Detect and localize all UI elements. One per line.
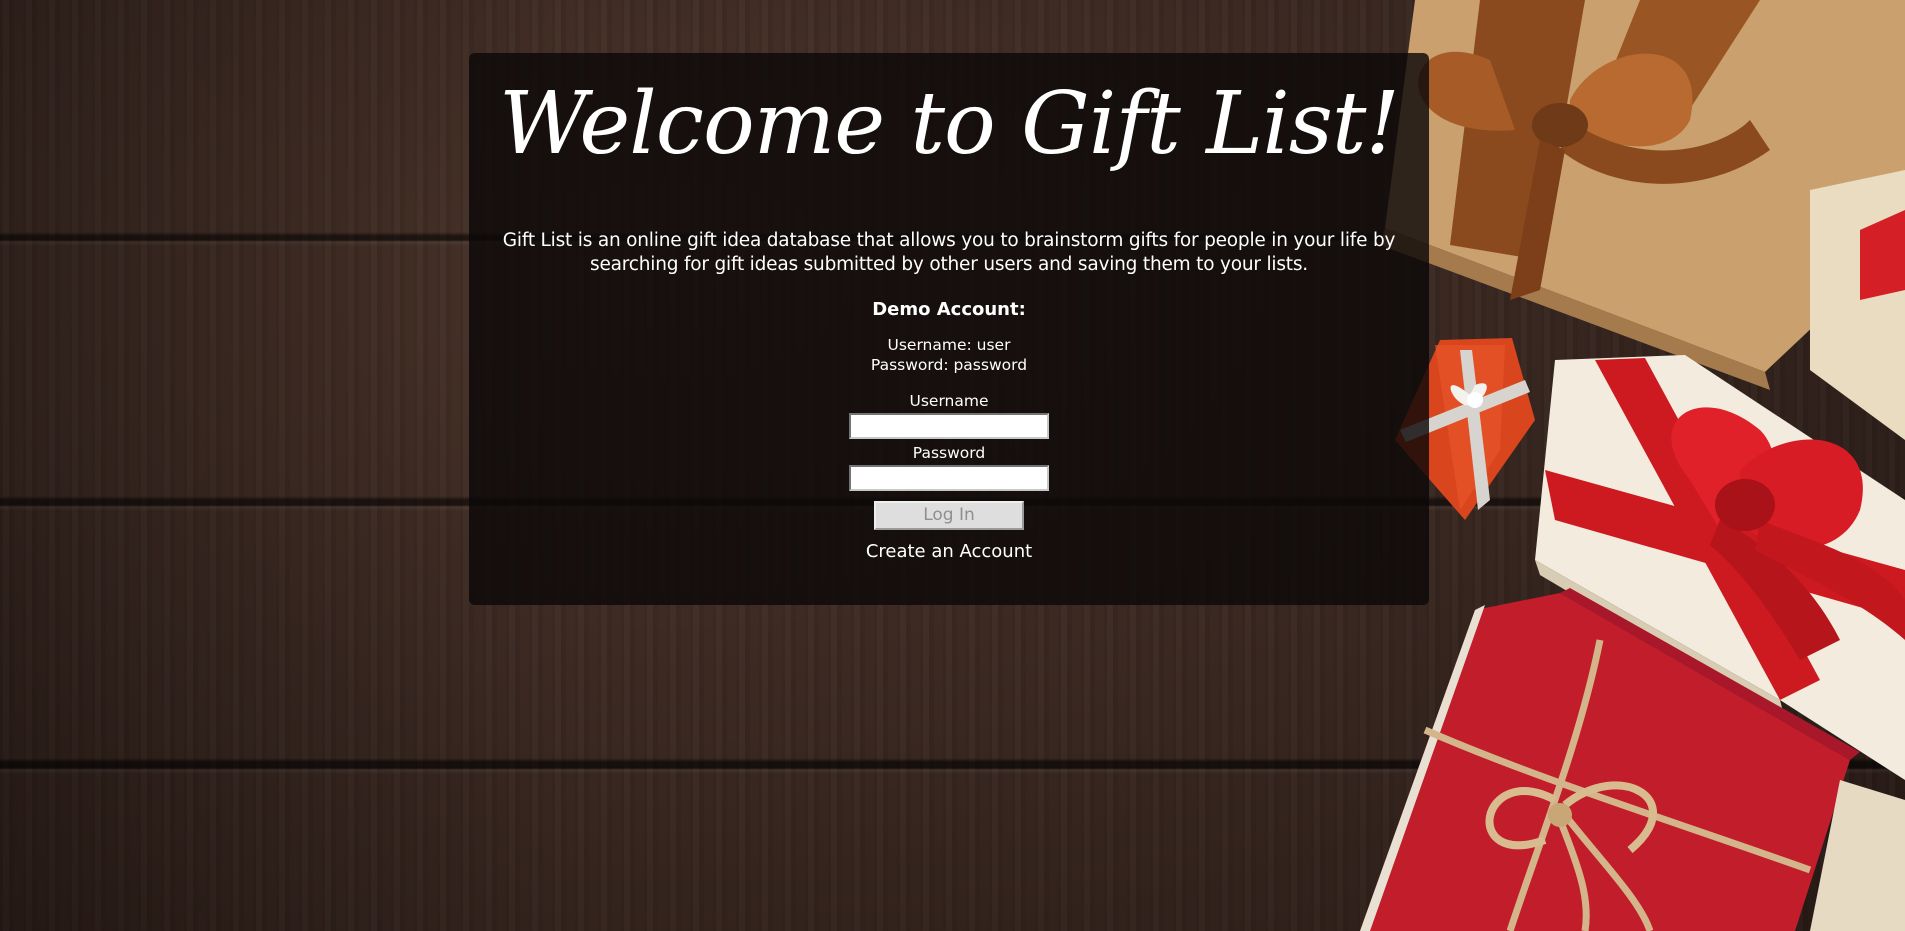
cream-gift-box-right	[1810, 170, 1905, 440]
login-button[interactable]: Log In	[874, 501, 1024, 530]
demo-credentials: Username: user Password: password	[469, 335, 1429, 375]
demo-account-heading: Demo Account:	[872, 299, 1026, 320]
login-page: { "page": { "title": "Welcome to Gift Li…	[0, 0, 1905, 931]
username-label: Username	[909, 392, 989, 410]
password-input[interactable]	[849, 465, 1049, 491]
login-panel: Welcome to Gift List! Gift List is an on…	[469, 53, 1429, 605]
username-input[interactable]	[849, 413, 1049, 439]
site-description: Gift List is an online gift idea databas…	[502, 230, 1396, 275]
page-title: Welcome to Gift List!	[499, 74, 1400, 174]
create-account-link[interactable]: Create an Account	[866, 540, 1032, 564]
password-label: Password	[912, 444, 986, 462]
login-form: Username Password Log In	[469, 391, 1429, 530]
demo-username-text: Username: user	[887, 336, 1011, 354]
demo-password-text: Password: password	[870, 356, 1028, 374]
